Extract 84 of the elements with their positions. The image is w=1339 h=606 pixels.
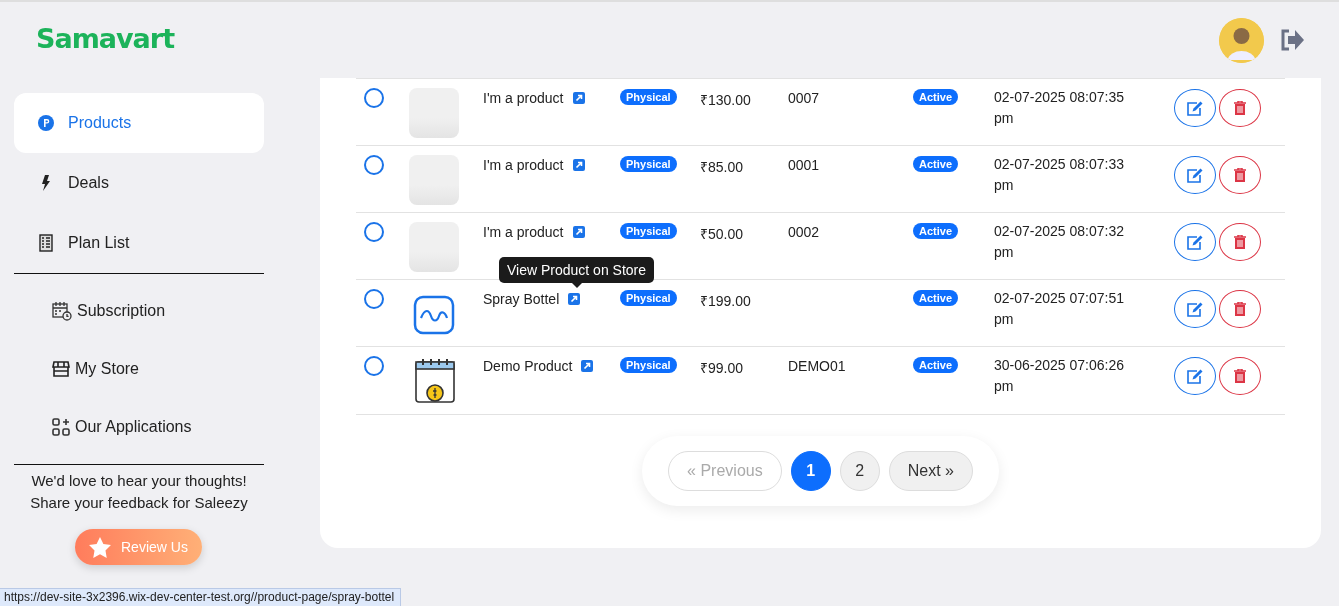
status-badge: Active [913, 290, 959, 306]
page-button[interactable]: 2 [839, 450, 880, 491]
trash-icon [1234, 168, 1246, 182]
trash-icon [1234, 235, 1246, 249]
sku: DEMO01 [788, 357, 847, 376]
status-bar-url: https://dev-site-3x2396.wix-dev-center-test.org//product-page/spray-bottel [0, 588, 402, 606]
star-icon [89, 536, 111, 558]
sku: 0007 [788, 89, 821, 108]
edit-icon [1187, 100, 1203, 116]
external-link-icon[interactable] [572, 159, 585, 171]
sku: 0002 [788, 223, 821, 242]
price: ₹99.00 [700, 359, 745, 378]
edit-button[interactable] [1174, 290, 1216, 328]
row-checkbox[interactable] [364, 289, 384, 309]
delete-button[interactable] [1219, 290, 1261, 328]
product-photo [409, 222, 459, 272]
nav-item[interactable]: Plan List [14, 213, 264, 273]
product-photo [409, 88, 459, 138]
row-checkbox[interactable] [364, 356, 384, 376]
avatar[interactable] [1219, 17, 1264, 63]
product-name: I'm a product [483, 90, 564, 106]
status-badge: Active [913, 357, 959, 373]
external-link-icon[interactable] [572, 92, 585, 104]
nav-item[interactable]: Products [14, 93, 264, 153]
price: ₹50.00 [700, 225, 745, 244]
logout-icon[interactable] [1280, 29, 1305, 51]
delete-button[interactable] [1219, 156, 1261, 194]
tooltip: View Product on Store [499, 257, 655, 288]
row-checkbox[interactable] [364, 155, 384, 175]
product-name: I'm a product [483, 157, 564, 173]
nav-item[interactable]: Subscription [14, 282, 264, 340]
price: ₹130.00 [700, 91, 752, 110]
status-badge: Active [913, 89, 959, 105]
external-link-icon[interactable] [581, 360, 594, 372]
logo: Samavart [36, 22, 175, 54]
sku: 0001 [788, 156, 821, 175]
product-name: Demo Product [483, 358, 573, 374]
calendar-clock-icon [52, 301, 72, 321]
price: ₹85.00 [700, 158, 745, 177]
trash-icon [1234, 302, 1246, 316]
edit-icon [1187, 368, 1203, 384]
type-badge: Physical [620, 357, 677, 373]
external-link-icon[interactable] [572, 226, 585, 238]
trash-icon [1234, 101, 1246, 115]
external-link-icon[interactable] [568, 293, 581, 305]
date-text: 02-07-2025 08:07:32 pm [994, 222, 1125, 262]
trash-icon [1234, 369, 1246, 383]
status-badge: Active [913, 156, 959, 172]
date-text: 02-07-2025 07:07:51 pm [994, 289, 1125, 329]
nav-item[interactable]: Our Applications [14, 398, 264, 456]
type-badge: Physical [620, 156, 677, 172]
products-icon [38, 115, 54, 131]
edit-icon [1187, 234, 1203, 250]
type-badge: Physical [620, 223, 677, 239]
apps-icon [52, 418, 70, 436]
type-badge: Physical [620, 89, 677, 105]
type-badge: Physical [620, 290, 677, 306]
list-icon [38, 234, 54, 252]
store-icon [52, 361, 70, 377]
edit-button[interactable] [1174, 156, 1216, 194]
product-photo [409, 155, 459, 205]
row-checkbox[interactable] [364, 222, 384, 242]
delete-button[interactable] [1219, 89, 1261, 127]
next-button[interactable]: Next » [888, 450, 973, 491]
edit-button[interactable] [1174, 223, 1216, 261]
edit-button[interactable] [1174, 357, 1216, 395]
edit-icon [1187, 301, 1203, 317]
nav-item[interactable]: Deals [14, 153, 264, 213]
tooltip-arrow [571, 283, 582, 288]
delete-button[interactable] [1219, 357, 1261, 395]
row-checkbox[interactable] [364, 88, 384, 108]
edit-button[interactable] [1174, 89, 1216, 127]
product-name: I'm a product [483, 224, 564, 240]
date-text: 02-07-2025 08:07:33 pm [994, 155, 1125, 195]
status-badge: Active [913, 223, 959, 239]
product-name: Spray Bottel [483, 291, 560, 307]
date-text: 30-06-2025 07:06:26 pm [994, 356, 1125, 396]
feedback-text: We'd love to hear your thoughts! Share your feedback for Saleezy [29, 471, 249, 513]
nav-item[interactable]: My Store [14, 340, 264, 398]
edit-icon [1187, 167, 1203, 183]
delete-button[interactable] [1219, 223, 1261, 261]
price: ₹199.00 [700, 292, 752, 311]
date-text: 02-07-2025 08:07:35 pm [994, 88, 1125, 128]
page-button[interactable]: 1 [790, 450, 831, 491]
